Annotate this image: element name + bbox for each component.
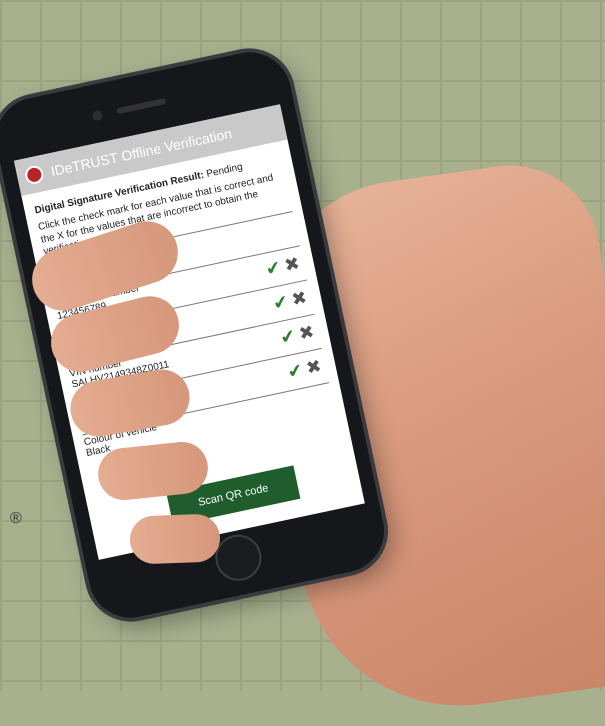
registered-mark: ® xyxy=(10,510,22,527)
thumb xyxy=(129,513,221,565)
check-icon[interactable]: ✔ xyxy=(286,359,305,382)
camera xyxy=(91,109,104,122)
earpiece xyxy=(116,97,167,115)
app-logo xyxy=(23,164,45,186)
result-status: Pending xyxy=(205,161,244,180)
check-icon[interactable]: ✔ xyxy=(271,291,290,314)
check-icon[interactable]: ✔ xyxy=(264,256,283,279)
check-icon[interactable]: ✔ xyxy=(278,325,297,348)
